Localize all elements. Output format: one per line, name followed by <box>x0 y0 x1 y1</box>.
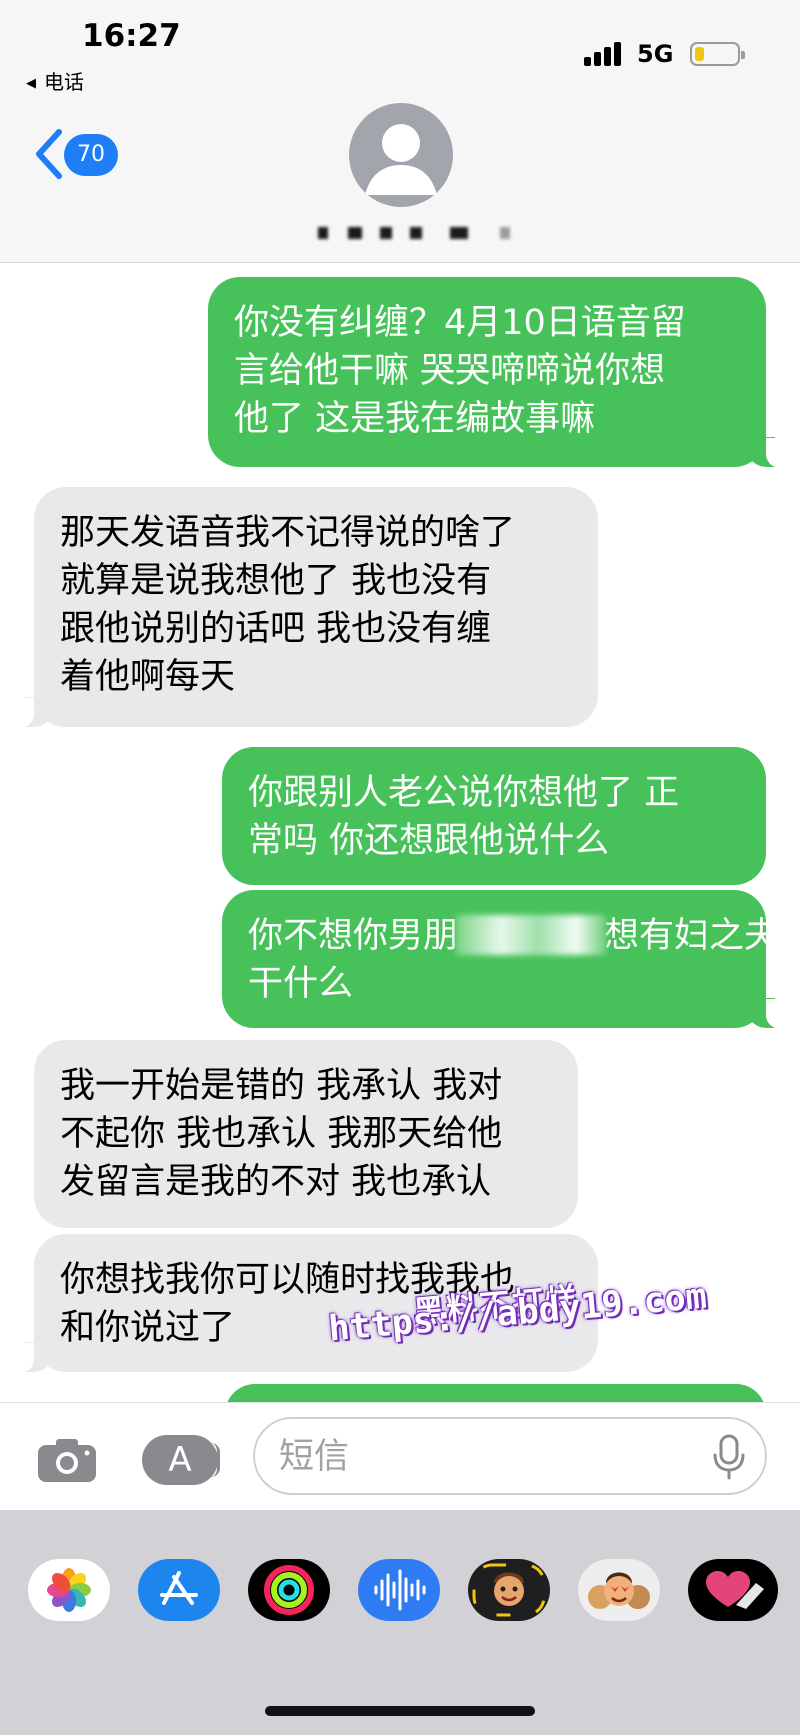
message-bubble-outgoing[interactable]: 你跟别人老公说你想他了 正 常吗 你还想跟他说什么 <box>222 747 766 885</box>
message-bubble-outgoing[interactable]: 你没有纠缠？4月10日语音留 言给他干嘛 哭哭啼啼说你想 他了 这是我在编故事嘛 <box>208 277 788 468</box>
back-app-label: 电话 <box>44 70 84 94</box>
message-line: 着他啊每天 <box>60 657 236 697</box>
photos-app-icon[interactable] <box>28 1559 110 1621</box>
message-line: 言给他干嘛 哭哭啼啼说你想 <box>234 351 666 391</box>
activity-app-icon[interactable] <box>248 1559 330 1621</box>
message-line: 跟他说别的话吧 我也没有缠 <box>60 609 492 649</box>
message-line: 发留言是我的不对 我也承认 <box>60 1162 492 1202</box>
app-store-icon[interactable] <box>138 1559 220 1621</box>
unread-count-badge[interactable]: 70 <box>64 134 118 176</box>
compose-bar: A <box>0 1402 800 1511</box>
message-bubble-outgoing[interactable] <box>225 1384 766 1402</box>
home-indicator[interactable] <box>265 1706 535 1716</box>
message-line: 你不想你男朋 想有妇之夫 <box>248 912 779 960</box>
message-line: 你没有纠缠？4月10日语音留 <box>234 303 686 343</box>
network-type: 5G <box>637 40 674 68</box>
contact-avatar[interactable] <box>349 103 453 207</box>
memoji-icon[interactable] <box>468 1559 550 1621</box>
battery-level <box>695 47 704 61</box>
back-to-app-link[interactable]: ◀ 电话 <box>26 66 84 95</box>
message-bubble-incoming[interactable]: 那天发语音我不记得说的啥了 就算是说我想他了 我也没有 跟他说别的话吧 我也没有… <box>12 487 598 728</box>
app-store-button[interactable]: A <box>142 1435 220 1485</box>
message-text: 你不想你男朋 <box>248 916 459 956</box>
battery-icon <box>690 42 745 66</box>
message-line: 干什么 <box>248 964 354 1004</box>
message-line: 那天发语音我不记得说的啥了 <box>60 513 516 553</box>
contact-name-redacted[interactable] <box>300 224 530 242</box>
message-input[interactable] <box>277 1431 681 1483</box>
digital-touch-icon[interactable] <box>688 1559 778 1621</box>
camera-icon[interactable] <box>36 1436 98 1484</box>
audio-message-icon[interactable] <box>358 1559 440 1621</box>
message-text: 想有妇之夫 <box>604 916 780 956</box>
microphone-icon[interactable] <box>711 1433 747 1481</box>
message-thread[interactable]: 你没有纠缠？4月10日语音留 言给他干嘛 哭哭啼啼说你想 他了 这是我在编故事嘛… <box>0 262 800 1402</box>
message-bubble-outgoing[interactable]: 你不想你男朋 想有妇之夫 干什么 <box>222 890 788 1029</box>
message-line: 就算是说我想他了 我也没有 <box>60 561 492 601</box>
conversation-header: 16:27 ◀ 电话 5G 70 <box>0 0 800 263</box>
message-bubble-incoming[interactable]: 我一开始是错的 我承认 我对 不起你 我也承认 我那天给他 发留言是我的不对 我… <box>34 1040 578 1228</box>
message-input-field[interactable] <box>253 1417 767 1495</box>
message-line: 常吗 你还想跟他说什么 <box>248 821 610 861</box>
cellular-signal-icon <box>584 42 624 66</box>
back-chevron-icon[interactable] <box>33 126 67 182</box>
memoji-stickers-icon[interactable] <box>578 1559 660 1621</box>
message-line: 你跟别人老公说你想他了 正 <box>248 773 680 813</box>
app-store-icon: A <box>168 1440 192 1480</box>
person-silhouette-icon <box>365 124 437 195</box>
back-triangle-icon: ◀ <box>26 76 36 91</box>
message-line: 我一开始是错的 我承认 我对 <box>60 1066 503 1106</box>
message-line: 他了 这是我在编故事嘛 <box>234 399 596 439</box>
status-time: 16:27 <box>82 18 181 54</box>
imessage-app-drawer <box>0 1510 800 1735</box>
pixelated-redaction <box>456 915 607 955</box>
message-line: 不起你 我也承认 我那天给他 <box>60 1114 503 1154</box>
